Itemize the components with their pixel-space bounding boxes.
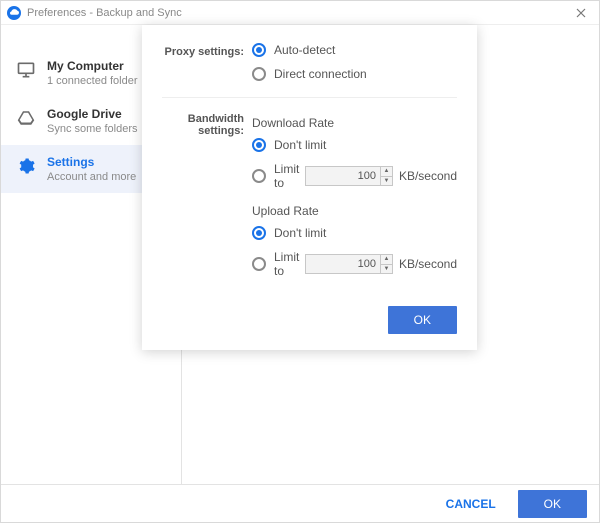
content-area: Proxy settings: Auto-detect Direct conne… <box>182 25 599 486</box>
panel-ok-button[interactable]: OK <box>388 306 457 334</box>
spinner-up-icon[interactable]: ▲ <box>381 255 392 265</box>
radio-label: Direct connection <box>274 67 367 81</box>
download-limit-unit: KB/second <box>399 169 457 183</box>
bottom-bar: CANCEL OK <box>1 484 599 522</box>
sidebar-item-sub: Sync some folders <box>47 123 137 135</box>
spinner-buttons: ▲ ▼ <box>380 255 392 273</box>
spinner-down-icon[interactable]: ▼ <box>381 265 392 274</box>
download-limit-input[interactable] <box>306 167 380 185</box>
gear-icon <box>15 155 37 177</box>
radio-icon[interactable] <box>252 226 266 240</box>
upload-limit-to-option[interactable]: Limit to ▲ ▼ KB/second <box>252 250 457 278</box>
app-icon <box>7 6 21 20</box>
monitor-icon <box>15 59 37 81</box>
radio-label: Limit to <box>274 162 301 190</box>
sidebar-item-sub: 1 connected folder <box>47 75 138 87</box>
radio-label: Don't limit <box>274 226 326 240</box>
upload-rate-title: Upload Rate <box>252 204 457 218</box>
sidebar-item-label: Google Drive <box>47 107 137 121</box>
network-settings-panel: Proxy settings: Auto-detect Direct conne… <box>142 25 477 350</box>
cancel-button[interactable]: CANCEL <box>438 491 504 517</box>
spinner-down-icon[interactable]: ▼ <box>381 177 392 186</box>
radio-icon[interactable] <box>252 138 266 152</box>
divider <box>162 97 457 98</box>
upload-limit-unit: KB/second <box>399 257 457 271</box>
download-limit-to-option[interactable]: Limit to ▲ ▼ KB/second <box>252 162 457 190</box>
drive-icon <box>15 107 37 129</box>
titlebar: Preferences - Backup and Sync <box>1 1 599 25</box>
sidebar-item-label: Settings <box>47 155 136 169</box>
upload-limit-input-wrap: ▲ ▼ <box>305 254 393 274</box>
bandwidth-settings-label: Bandwidth settings: <box>162 110 252 137</box>
upload-dont-limit-option[interactable]: Don't limit <box>252 226 457 240</box>
download-limit-input-wrap: ▲ ▼ <box>305 166 393 186</box>
sidebar-item-label: My Computer <box>47 59 138 73</box>
download-dont-limit-option[interactable]: Don't limit <box>252 138 457 152</box>
spinner-up-icon[interactable]: ▲ <box>381 167 392 177</box>
radio-label: Auto-detect <box>274 43 335 57</box>
radio-label: Limit to <box>274 250 301 278</box>
radio-icon[interactable] <box>252 67 266 81</box>
main-area: My Computer 1 connected folder Google Dr… <box>1 25 599 486</box>
upload-limit-input[interactable] <box>306 255 380 273</box>
sidebar-item-sub: Account and more <box>47 171 136 183</box>
ok-button[interactable]: OK <box>518 490 587 518</box>
close-button[interactable] <box>569 3 593 23</box>
proxy-auto-option[interactable]: Auto-detect <box>252 43 457 57</box>
spinner-buttons: ▲ ▼ <box>380 167 392 185</box>
radio-icon[interactable] <box>252 257 266 271</box>
radio-icon[interactable] <box>252 43 266 57</box>
download-rate-title: Download Rate <box>252 116 457 130</box>
window-title: Preferences - Backup and Sync <box>27 7 182 19</box>
proxy-settings-label: Proxy settings: <box>162 43 252 58</box>
radio-label: Don't limit <box>274 138 326 152</box>
radio-icon[interactable] <box>252 169 266 183</box>
proxy-direct-option[interactable]: Direct connection <box>252 67 457 81</box>
